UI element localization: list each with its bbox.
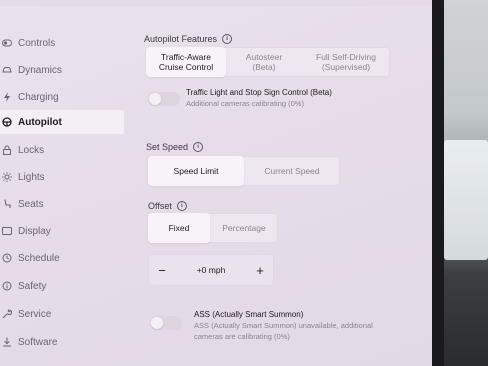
info-icon[interactable]: i: [193, 142, 204, 152]
feature-option-fsd[interactable]: Full Self-Driving (Supervised): [302, 47, 390, 77]
sidebar-item-label: Schedule: [18, 252, 60, 264]
seat-icon: [2, 199, 12, 209]
screen-bezel: [432, 0, 444, 366]
sidebar-item-label: Service: [18, 308, 52, 320]
set-speed-option-speed-limit[interactable]: Speed Limit: [148, 156, 244, 186]
sidebar-item-label: Lights: [18, 171, 45, 183]
offset-option-fixed[interactable]: Fixed: [148, 213, 210, 243]
autopilot-features-label: Autopilot Features i: [144, 34, 233, 44]
lock-icon: [2, 145, 12, 155]
smart-summon-title: ASS (Actually Smart Summon): [194, 310, 304, 319]
offset-stepper: − +0 mph +: [148, 254, 274, 286]
toggle-knob: [149, 93, 161, 105]
sidebar-item-software[interactable]: Software: [0, 330, 124, 354]
sidebar-item-label: Charging: [18, 91, 59, 103]
set-speed-option-current-speed[interactable]: Current Speed: [244, 156, 340, 186]
settings-screen: Controls Dynamics Charging Autopilot Loc…: [0, 0, 432, 366]
wrench-icon: [2, 309, 12, 319]
sidebar-item-display[interactable]: Display: [0, 219, 124, 243]
set-speed-selector: Speed Limit Current Speed: [148, 156, 340, 186]
autopilot-settings-panel: Autopilot Features i Traffic-Aware Cruis…: [138, 0, 432, 366]
sidebar-item-label: Autopilot: [18, 116, 62, 128]
sidebar-item-autopilot[interactable]: Autopilot: [0, 110, 124, 134]
smart-summon-subtitle: ASS (Actually Smart Summon) unavailable,…: [194, 321, 373, 341]
sidebar-item-label: Controls: [18, 37, 56, 49]
display-icon: [2, 226, 12, 236]
sidebar-item-lights[interactable]: Lights: [0, 165, 124, 189]
sidebar-item-label: Locks: [18, 144, 45, 156]
toggle-icon: [2, 38, 12, 48]
info-icon[interactable]: i: [176, 201, 187, 211]
info-icon: [2, 281, 12, 291]
traffic-light-toggle[interactable]: [148, 92, 180, 106]
sidebar-item-charging[interactable]: Charging: [0, 85, 124, 109]
sidebar-item-controls[interactable]: Controls: [0, 31, 124, 55]
sidebar-item-label: Dynamics: [18, 64, 62, 76]
set-speed-label: Set Speed i: [146, 142, 204, 152]
info-icon[interactable]: i: [222, 34, 233, 44]
sidebar-item-label: Display: [18, 225, 51, 237]
smart-summon-toggle[interactable]: [150, 316, 182, 330]
feature-option-tacc[interactable]: Traffic-Aware Cruise Control: [146, 47, 226, 77]
sidebar-item-seats[interactable]: Seats: [0, 192, 124, 216]
traffic-light-title: Traffic Light and Stop Sign Control (Bet…: [186, 88, 332, 97]
sidebar-item-schedule[interactable]: Schedule: [0, 246, 124, 270]
decrease-button[interactable]: −: [148, 263, 176, 278]
increase-button[interactable]: +: [246, 263, 274, 278]
bolt-icon: [2, 92, 12, 102]
window-glare: [444, 140, 488, 260]
sun-icon: [2, 172, 12, 182]
sidebar-item-service[interactable]: Service: [0, 302, 124, 326]
autopilot-features-selector: Traffic-Aware Cruise Control Autosteer (…: [146, 47, 390, 77]
sidebar-item-locks[interactable]: Locks: [0, 138, 124, 162]
offset-label: Offset i: [148, 201, 187, 211]
sidebar-item-label: Safety: [18, 280, 47, 292]
sidebar-item-label: Seats: [18, 198, 44, 210]
steering-wheel-icon: [2, 117, 12, 127]
sidebar-item-safety[interactable]: Safety: [0, 274, 124, 298]
offset-value: +0 mph: [196, 265, 226, 275]
toggle-knob: [151, 317, 163, 329]
feature-option-autosteer[interactable]: Autosteer (Beta): [226, 47, 302, 77]
car-icon: [2, 65, 12, 75]
clock-icon: [2, 253, 12, 263]
offset-selector: Fixed Percentage: [148, 213, 278, 243]
offset-option-percentage[interactable]: Percentage: [210, 213, 278, 243]
sidebar-item-dynamics[interactable]: Dynamics: [0, 58, 124, 82]
sidebar-item-label: Software: [18, 336, 58, 348]
traffic-light-subtitle: Additional cameras calibrating (0%): [186, 99, 304, 108]
car-interior-background: [444, 0, 488, 366]
download-icon: [2, 337, 12, 347]
